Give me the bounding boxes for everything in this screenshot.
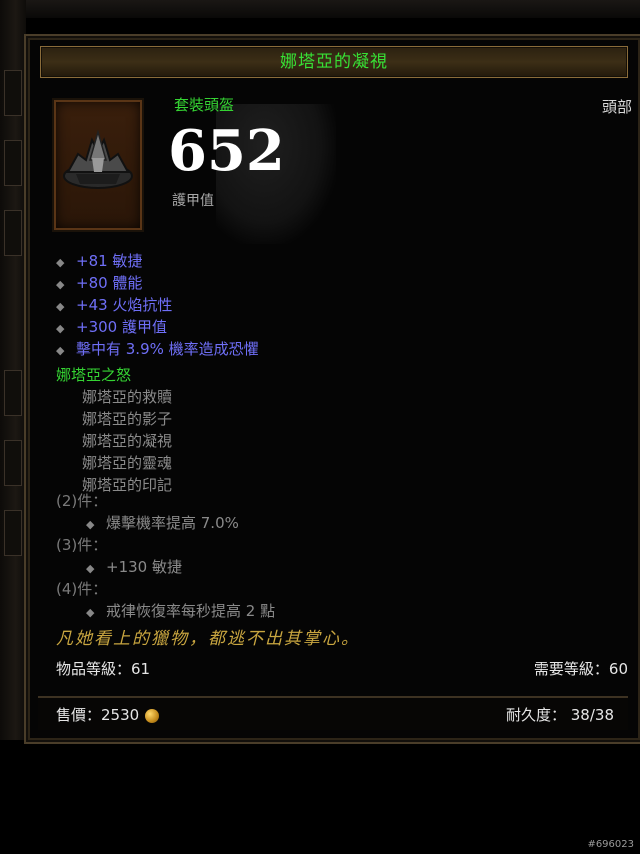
item-tooltip: 娜塔亞的凝視 套裝頭盔 頭部 652 護甲值 ◆ +81 敏捷 ◆ +80 體能 ◆… <box>24 34 640 744</box>
stat-line: ◆ 擊中有 3.9% 機率造成恐懼 <box>56 338 259 360</box>
panel-notch <box>4 140 22 186</box>
item-slot: 頭部 <box>601 98 632 116</box>
diamond-bullet-icon: ◆ <box>56 344 65 357</box>
sell-value: 售價：2530 <box>56 704 160 725</box>
set-bonus-pieces: (2)件： <box>56 492 108 510</box>
diamond-bullet-icon: ◆ <box>86 518 95 531</box>
tooltip-footer: 售價：2530 耐久度： 38/38 <box>38 696 628 730</box>
required-level: 需要等級：60 <box>533 660 628 678</box>
item-level: 物品等級：61 <box>56 660 151 678</box>
set-bonus-pieces: (4)件： <box>56 580 108 598</box>
diamond-bullet-icon: ◆ <box>56 278 65 291</box>
stat-line: ◆ +80 體能 <box>56 272 259 294</box>
helm-icon <box>63 129 133 189</box>
set-bonus-line: ◆ 爆擊機率提高 7.0% <box>56 512 275 534</box>
set-bonus-list: (2)件： ◆ 爆擊機率提高 7.0% (3)件： ◆ +130 敏捷 (4)件： … <box>56 490 275 622</box>
watermark: #696023 <box>587 839 634 850</box>
panel-notch <box>4 70 22 116</box>
set-items-list: 娜塔亞的救贖 娜塔亞的影子 娜塔亞的凝視 娜塔亞的靈魂 娜塔亞的印記 <box>82 386 172 496</box>
set-item: 娜塔亞的救贖 <box>82 388 173 406</box>
armor-label: 護甲值 <box>172 193 214 209</box>
background-top-bar: ‾‾ <box>0 0 640 18</box>
panel-notch <box>4 440 22 486</box>
set-item: 娜塔亞的影子 <box>82 410 173 428</box>
stat-line: ◆ +43 火焰抗性 <box>56 294 259 316</box>
set-item: 娜塔亞的靈魂 <box>82 454 173 472</box>
partial-header-text: ‾‾ <box>36 0 49 9</box>
flavor-text: 凡她看上的獵物，都逃不出其掌心。 <box>56 629 360 649</box>
set-name: 娜塔亞之怒 <box>56 366 132 384</box>
durability: 耐久度： 38/38 <box>506 706 614 724</box>
panel-notch <box>4 510 22 556</box>
item-title-bar: 娜塔亞的凝視 <box>40 46 628 78</box>
armor-value: 652 <box>168 118 285 184</box>
magic-stats-list: ◆ +81 敏捷 ◆ +80 體能 ◆ +43 火焰抗性 ◆ +300 護甲值 ◆ 擊中有… <box>56 250 259 360</box>
set-bonus-line: ◆ 戒律恢復率每秒提高 2 點 <box>56 600 275 622</box>
panel-notch <box>4 210 22 256</box>
background-left-panel <box>0 0 26 740</box>
set-bonus-line: ◆ +130 敏捷 <box>56 556 275 578</box>
gold-coin-icon <box>145 708 160 723</box>
item-name: 娜塔亞的凝視 <box>280 52 388 72</box>
stat-line: ◆ +300 護甲值 <box>56 316 259 338</box>
panel-notch <box>4 370 22 416</box>
set-item: 娜塔亞的凝視 <box>82 432 173 450</box>
diamond-bullet-icon: ◆ <box>86 562 95 575</box>
diamond-bullet-icon: ◆ <box>56 322 65 335</box>
diamond-bullet-icon: ◆ <box>86 606 95 619</box>
set-bonus-pieces: (3)件： <box>56 536 108 554</box>
diamond-bullet-icon: ◆ <box>56 256 65 269</box>
stat-line: ◆ +81 敏捷 <box>56 250 259 272</box>
item-type: 套裝頭盔 <box>174 96 235 114</box>
diamond-bullet-icon: ◆ <box>56 300 65 313</box>
item-icon-frame[interactable] <box>52 98 144 232</box>
